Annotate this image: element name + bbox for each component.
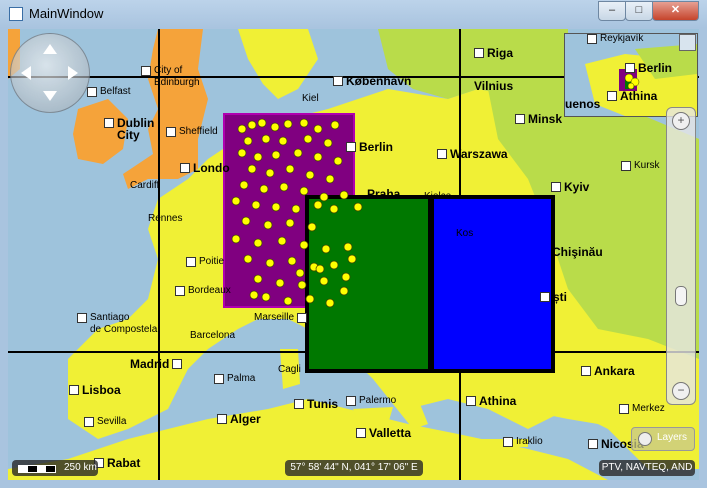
coordinate-readout: 57° 58' 44" N, 041° 17' 06" E: [285, 460, 423, 476]
city-label: Bordeaux: [175, 285, 231, 297]
zoom-slider[interactable]: + −: [666, 107, 696, 405]
layers-icon: [638, 432, 652, 446]
city-label: Kyiv: [551, 181, 589, 193]
minimap-label: uenos: [565, 97, 601, 111]
city-label: Cagli: [278, 364, 301, 375]
city-label: Sheffield: [166, 126, 218, 138]
pan-right-icon[interactable]: [68, 66, 78, 80]
zoom-out-button[interactable]: −: [672, 382, 690, 400]
city-label: Marseille: [254, 312, 308, 324]
pan-control[interactable]: [10, 33, 90, 113]
zoom-in-button[interactable]: +: [672, 112, 690, 130]
scale-bar: 250 km: [12, 460, 98, 476]
land-scandinavia: [238, 29, 318, 99]
window-title: MainWindow: [29, 6, 104, 21]
overview-minimap[interactable]: Reykjavík Berlin Athina uenos: [564, 33, 698, 117]
city-label: Palma: [214, 373, 255, 385]
layers-button[interactable]: Layers: [631, 427, 695, 451]
city-label: Berlin: [346, 141, 393, 153]
pan-up-icon[interactable]: [43, 44, 57, 54]
city-label: ști: [540, 291, 567, 303]
city-label: Merkez: [619, 403, 665, 415]
city-label: Kiel: [302, 93, 319, 104]
minimap-label: Reykjavík: [587, 34, 643, 45]
city-label: Dublin City: [104, 117, 154, 141]
minimap-toggle-icon[interactable]: [679, 34, 696, 51]
city-label: Londo: [180, 162, 230, 174]
city-label: Barcelona: [190, 330, 236, 341]
city-label: Belfast: [87, 86, 131, 98]
city-label: Ankara: [581, 365, 635, 377]
zoom-slider-thumb[interactable]: [675, 286, 687, 307]
city-label: Minsk: [515, 113, 562, 125]
layers-label: Layers: [657, 432, 688, 443]
maximize-button[interactable]: □: [625, 1, 653, 21]
city-label: Palermo: [346, 395, 396, 407]
region-blue: [430, 195, 555, 373]
city-label: Rennes: [148, 213, 183, 224]
city-label: Lisboa: [69, 384, 121, 396]
minimize-button[interactable]: –: [598, 1, 626, 21]
city-label: Praha: [367, 187, 401, 201]
city-label: Poitie: [186, 256, 224, 268]
minimap-label: Athina: [607, 90, 657, 102]
city-label: Rabat: [94, 457, 140, 469]
city-label: Valletta: [356, 427, 411, 439]
city-label: Santiago de Compostela: [77, 312, 157, 336]
close-button[interactable]: ✕: [652, 1, 699, 21]
city-label: City of Edinburgh: [141, 65, 200, 89]
city-label: Kielce: [424, 191, 452, 202]
scale-graphic: [18, 465, 56, 473]
city-label: Sevilla: [84, 416, 126, 428]
city-label: Madrid: [130, 358, 183, 370]
city-label: Kos: [456, 228, 474, 239]
city-label: Vilnius: [474, 79, 514, 93]
city-label: Kursk: [621, 160, 660, 172]
title-bar: MainWindow – □ ✕: [0, 0, 707, 29]
pan-left-icon[interactable]: [21, 66, 31, 80]
land-baltic-north: [378, 29, 568, 99]
city-label: Warszawa: [437, 148, 508, 160]
city-label: København: [333, 75, 411, 87]
scale-label: 250 km: [64, 462, 97, 473]
city-label: Athina: [466, 395, 516, 407]
minimap-label: Berlin: [625, 62, 672, 74]
city-label: Cardiff: [130, 180, 160, 191]
pan-down-icon[interactable]: [43, 91, 57, 101]
land-sicily: [353, 407, 393, 424]
city-label: Riga: [474, 47, 513, 59]
city-label: Chişinău: [552, 245, 603, 259]
map-view[interactable]: City of Edinburgh Belfast Dublin City Shef…: [8, 29, 699, 480]
city-label: Tunis: [294, 398, 338, 410]
app-icon: [9, 7, 23, 21]
city-label: Alger: [217, 413, 261, 425]
city-label: Iraklio: [503, 436, 543, 448]
copyright-notice: PTV, NAVTEQ, AND: [599, 460, 695, 476]
